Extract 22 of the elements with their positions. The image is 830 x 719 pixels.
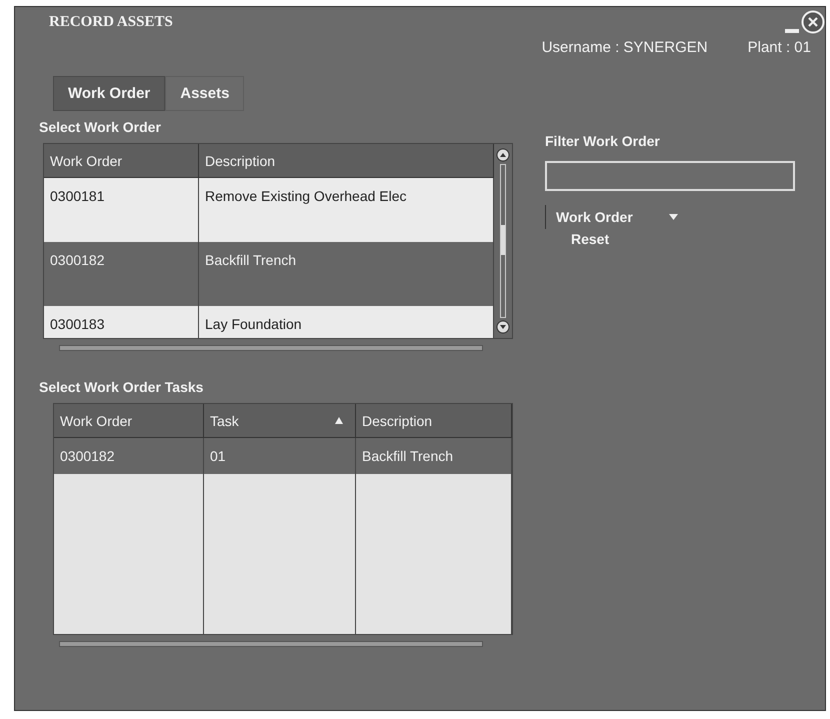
section-title: Select Work Order xyxy=(39,119,162,135)
table-row[interactable]: 0300181 Remove Existing Overhead Elec xyxy=(44,178,494,242)
section-title: Filter Work Order xyxy=(545,133,661,149)
minimize-icon[interactable] xyxy=(785,28,799,34)
section-title: Select Work Order Tasks xyxy=(39,379,204,395)
reset-button[interactable]: Reset xyxy=(565,229,616,249)
close-icon[interactable] xyxy=(801,10,825,34)
horizontal-scrollbar[interactable] xyxy=(59,641,483,647)
table-cell: Lay Foundation xyxy=(199,306,494,338)
window-title: RECORD ASSETS xyxy=(49,14,173,30)
filter-dropdown[interactable]: Work Order xyxy=(545,205,688,229)
caret-icon xyxy=(668,214,678,220)
plant-label: Plant : 01 xyxy=(748,39,811,56)
username-label: Username : SYNERGEN xyxy=(542,39,708,56)
filter-field[interactable] xyxy=(545,161,795,191)
horizontal-scrollbar[interactable] xyxy=(59,345,483,351)
tab[interactable]: Assets xyxy=(165,76,244,111)
scroll-up-icon[interactable] xyxy=(496,148,510,162)
table-row[interactable]: 0300183 Lay Foundation xyxy=(44,306,494,338)
tab[interactable]: Work Order xyxy=(53,76,166,111)
scroll-down-icon[interactable] xyxy=(496,320,510,334)
table-cell: 0300183 xyxy=(44,306,199,338)
